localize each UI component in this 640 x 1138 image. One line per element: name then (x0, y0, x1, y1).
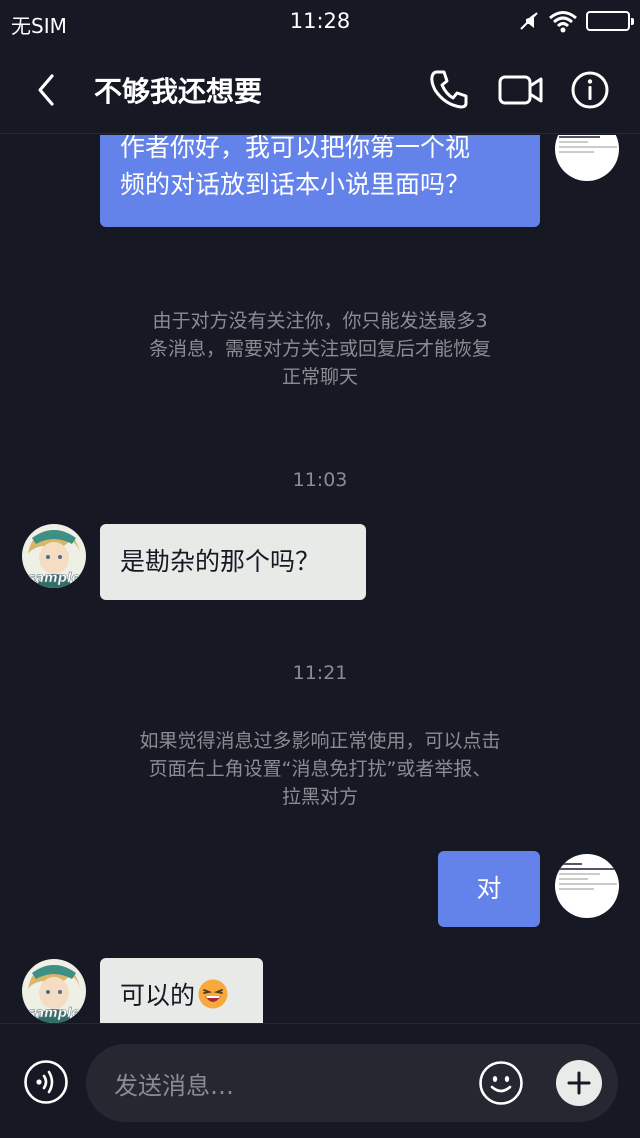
outgoing-message[interactable]: 对 (438, 851, 540, 927)
back-icon[interactable] (30, 72, 66, 108)
timestamp: 11:03 (292, 469, 348, 491)
composer: 发送消息… (0, 1023, 640, 1138)
message-text-line: 频的对话放到话本小说里面吗？ (120, 170, 471, 199)
avatar-image: sample (22, 959, 86, 1023)
contact-name[interactable]: 不够我还想要 (94, 70, 262, 110)
message-list[interactable]: 作者你好，我可以把你第一个视 频的对话放到话本小说里面吗？ 由于对方没有关注你，… (0, 135, 640, 1023)
chat-screen: 无SIM 11:28 不够我还想要 作者你好，我可以把你第一个视 频的对话放到话… (0, 0, 640, 1138)
conversation-header: 不够我还想要 (0, 46, 640, 134)
wifi-icon (549, 11, 577, 33)
timestamp: 11:21 (292, 662, 348, 684)
voice-icon[interactable] (23, 1059, 69, 1105)
system-notice: 如果觉得消息过多影响正常使用，可以点击 页面右上角设置“消息免打扰”或者举报、 … (139, 730, 501, 808)
avatar-image: sample (22, 524, 86, 588)
video-icon[interactable] (498, 70, 544, 110)
info-icon[interactable] (570, 70, 610, 110)
phone-icon[interactable] (428, 68, 470, 110)
outgoing-message[interactable]: 作者你好，我可以把你第一个视 频的对话放到话本小说里面吗？ (100, 135, 540, 227)
avatar-watermark: sample (28, 571, 81, 586)
message-text-line: 作者你好，我可以把你第一个视 (120, 135, 471, 162)
incoming-message[interactable]: 是勘杂的那个吗？ (100, 524, 366, 600)
message-input[interactable]: 发送消息… (86, 1044, 618, 1122)
message-text: 可以的 (120, 981, 196, 1010)
my-avatar[interactable] (555, 854, 619, 918)
system-notice: 由于对方没有关注你，你只能发送最多3 条消息，需要对方关注或回复后才能恢复 正常… (148, 310, 491, 388)
laughing-face-emoji (198, 979, 228, 1009)
plus-icon[interactable] (556, 1060, 602, 1106)
avatar-watermark: sample (28, 1006, 81, 1021)
emoji-icon[interactable] (478, 1060, 524, 1106)
message-text: 是勘杂的那个吗？ (120, 547, 321, 576)
input-placeholder: 发送消息… (114, 1072, 234, 1100)
message-text: 对 (476, 874, 502, 903)
mute-icon (520, 12, 538, 30)
my-avatar[interactable] (555, 135, 619, 181)
contact-avatar[interactable]: sample (22, 959, 86, 1023)
battery-icon (586, 11, 634, 31)
contact-avatar[interactable]: sample (22, 524, 86, 588)
incoming-message[interactable]: 可以的 (100, 958, 263, 1023)
status-bar: 无SIM 11:28 (0, 0, 640, 46)
clock: 11:28 (289, 9, 351, 33)
